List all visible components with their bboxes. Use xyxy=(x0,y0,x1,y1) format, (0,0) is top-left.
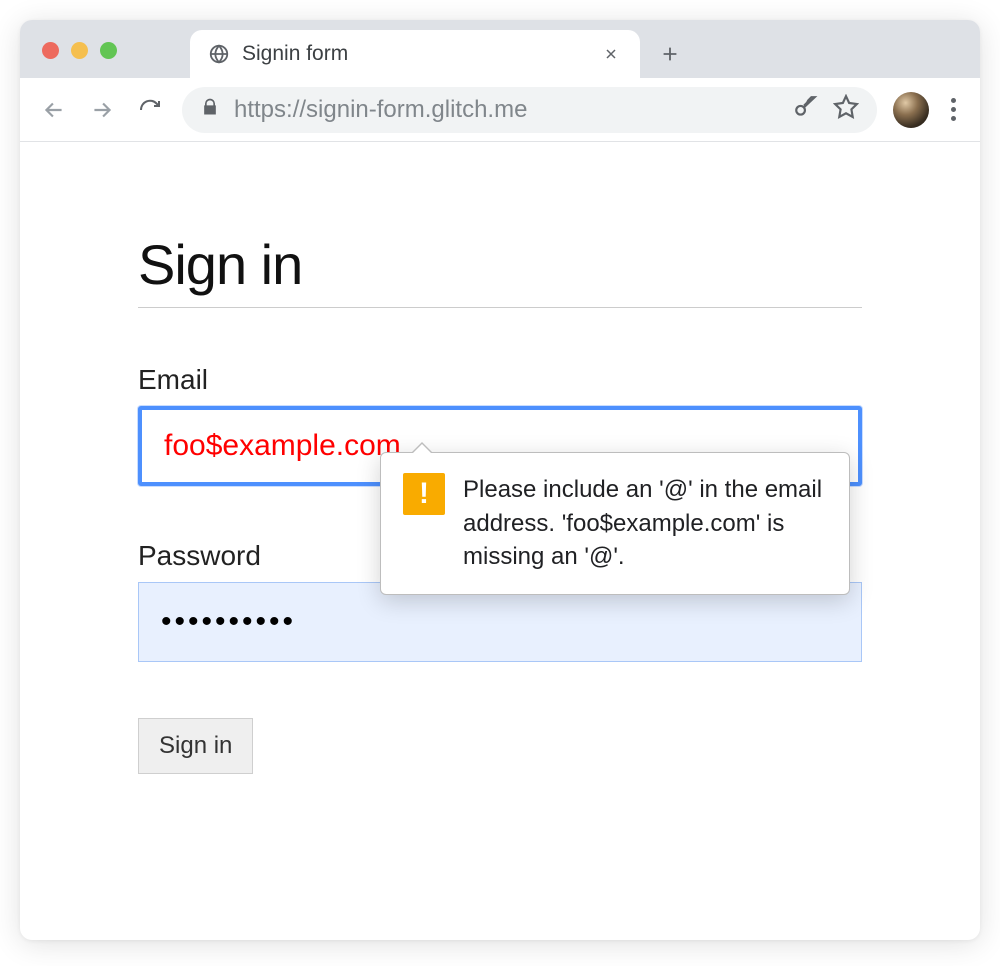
profile-avatar[interactable] xyxy=(893,92,929,128)
email-label: Email xyxy=(138,364,862,396)
window-controls xyxy=(42,42,117,59)
page-title: Sign in xyxy=(138,232,862,308)
new-tab-button[interactable] xyxy=(650,34,690,74)
warning-icon: ! xyxy=(403,473,445,515)
browser-window: Signin form https://signin- xyxy=(20,20,980,940)
url-text: https://signin-form.glitch.me xyxy=(234,96,779,124)
back-button[interactable] xyxy=(38,94,70,126)
browser-menu-button[interactable] xyxy=(945,92,962,127)
validation-tooltip: ! Please include an '@' in the email add… xyxy=(380,452,850,595)
browser-tab[interactable]: Signin form xyxy=(190,30,640,78)
signin-button[interactable]: Sign in xyxy=(138,718,253,774)
window-minimize-button[interactable] xyxy=(71,42,88,59)
key-icon[interactable] xyxy=(793,94,819,125)
window-zoom-button[interactable] xyxy=(100,42,117,59)
lock-icon xyxy=(200,97,220,122)
reload-button[interactable] xyxy=(134,94,166,126)
tab-strip: Signin form xyxy=(20,20,980,78)
star-icon[interactable] xyxy=(833,94,859,125)
forward-button[interactable] xyxy=(86,94,118,126)
address-bar: https://signin-form.glitch.me xyxy=(20,78,980,142)
close-icon[interactable] xyxy=(600,43,622,65)
omnibox[interactable]: https://signin-form.glitch.me xyxy=(182,87,877,133)
globe-icon xyxy=(208,43,230,65)
validation-message: Please include an '@' in the email addre… xyxy=(463,473,827,574)
tab-title: Signin form xyxy=(242,42,588,66)
window-close-button[interactable] xyxy=(42,42,59,59)
